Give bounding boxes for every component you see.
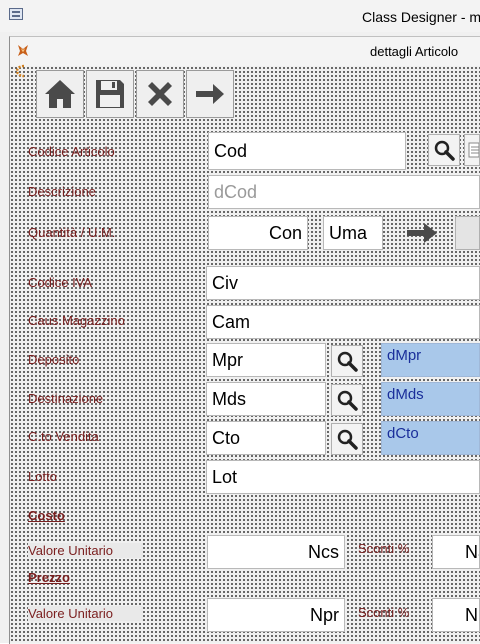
save-button[interactable] — [86, 70, 134, 118]
window-title: Class Designer - m — [362, 9, 480, 25]
arrow-right-icon — [196, 84, 224, 104]
cod-field[interactable]: Cod — [208, 132, 406, 170]
mds-field[interactable]: Mds — [206, 382, 326, 416]
mds-search-button[interactable] — [331, 384, 363, 416]
label-sconti-prezzo: Sconti % — [358, 605, 410, 620]
con-field[interactable]: Con — [208, 216, 308, 250]
cod-search-button[interactable] — [428, 134, 460, 166]
list-icon — [468, 142, 479, 158]
cam-field[interactable]: Cam — [206, 305, 480, 339]
dcto-field: dCto — [381, 421, 480, 455]
label-codice-iva: Codice IVA — [28, 275, 93, 290]
cancel-button[interactable] — [136, 70, 184, 118]
search-icon — [337, 351, 358, 372]
search-icon — [337, 429, 358, 450]
label-caus-magazzino: Caus.Magazzino — [28, 313, 125, 328]
sconti-prezzo-field[interactable]: N — [432, 598, 480, 632]
window-titlebar: Class Designer - m — [0, 0, 480, 33]
section-prezzo: Prezzo — [28, 570, 70, 585]
cto-search-button[interactable] — [331, 423, 363, 455]
form-titlebar: dettagli Articolo — [10, 37, 480, 63]
label-descrizione: Descrizione — [28, 184, 96, 199]
label-cto-vendita: C.to Vendita — [28, 429, 99, 444]
label-quantita-um: Quantità / U.M. — [28, 225, 116, 240]
mpr-field[interactable]: Mpr — [206, 343, 326, 377]
label-sconti-costo: Sconti % — [358, 541, 410, 556]
label-valore-unitario-prezzo: Valore Unitario — [28, 606, 144, 621]
home-button[interactable] — [36, 70, 84, 118]
tab-order-icon — [15, 64, 25, 78]
label-destinazione: Destinazione — [28, 391, 104, 406]
foxpro-icon — [18, 45, 28, 56]
home-icon — [45, 80, 75, 108]
uma-field[interactable]: Uma — [323, 216, 383, 250]
um-extra-field[interactable] — [455, 216, 480, 250]
cto-field[interactable]: Cto — [206, 421, 326, 455]
dmds-field: dMds — [381, 382, 480, 416]
label-valore-unitario-costo: Valore Unitario — [28, 543, 144, 558]
dcod-field[interactable]: dCod — [208, 175, 480, 209]
sconti-costo-field[interactable]: Na — [432, 535, 480, 569]
cod-details-button[interactable] — [464, 134, 480, 166]
dmpr-field: dMpr — [381, 343, 480, 377]
close-icon — [148, 82, 172, 106]
civ-field[interactable]: Civ — [206, 266, 480, 300]
search-icon — [434, 140, 455, 161]
label-lotto: Lotto — [28, 469, 57, 484]
form-title: dettagli Articolo — [370, 44, 459, 59]
ncs-field[interactable]: Ncs — [207, 535, 345, 569]
label-codice-articolo: Codice Articolo — [28, 144, 115, 159]
next-button[interactable] — [186, 70, 234, 118]
section-costo: Costo — [28, 508, 65, 523]
npr-field[interactable]: Npr — [207, 598, 345, 632]
arrow-right-icon — [407, 223, 437, 243]
lot-field[interactable]: Lot — [206, 460, 480, 494]
save-icon — [96, 80, 124, 108]
mpr-search-button[interactable] — [331, 345, 363, 377]
um-arrow-button[interactable] — [404, 218, 440, 248]
label-deposito: Deposito — [28, 352, 80, 367]
window-menu-icon[interactable] — [9, 8, 23, 20]
search-icon — [337, 390, 358, 411]
